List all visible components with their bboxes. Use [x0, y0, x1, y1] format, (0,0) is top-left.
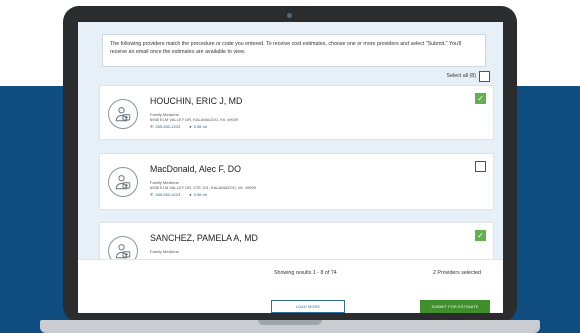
phone-icon: ✆ [150, 124, 154, 129]
provider-phone-text: 269-552-4223 [155, 124, 181, 129]
provider-phone[interactable]: ✆ 269-552-4223 [150, 192, 180, 197]
provider-distance: ● 0.56 mi [189, 192, 207, 197]
phone-icon: ✆ [150, 192, 154, 197]
provider-phone-text: 269-552-4223 [155, 192, 181, 197]
provider-meta: ✆ 269-552-4223 ● 0.56 mi [150, 124, 207, 129]
provider-distance-text: 0.56 mi [193, 124, 207, 129]
provider-distance: ● 0.56 mi [189, 124, 207, 129]
location-pin-icon: ● [189, 192, 192, 197]
location-pin-icon: ● [189, 124, 192, 129]
provider-meta: ✆ 269-552-4223 ● 0.56 mi [150, 192, 207, 197]
select-all-label: Select all (8) [446, 73, 476, 79]
provider-card[interactable]: HOUCHIN, ERIC J, MD Family Medicine 6938… [99, 85, 494, 140]
checkmark-icon: ✓ [477, 230, 484, 240]
provider-phone[interactable]: ✆ 269-552-4223 [150, 124, 180, 129]
provider-name[interactable]: MacDonald, Alec F, DO [150, 164, 241, 174]
provider-name[interactable]: SANCHEZ, PAMELA A, MD [150, 233, 258, 243]
provider-address: 6938 ELM VALLEY DR, KALAMAZOO, MI, 49009 [150, 117, 239, 122]
checkmark-icon: ✓ [477, 93, 484, 103]
results-count: Showing results 1 - 8 of 74 [274, 270, 337, 276]
provider-address: 6938 ELM VALLEY DR, STE 101, KALAMAZOO, … [150, 185, 256, 190]
provider-card[interactable]: MacDonald, Alec F, DO Family Medicine 69… [99, 153, 494, 210]
providers-selected-count: 2 Providers selected [433, 270, 481, 276]
provider-specialty: Family Medicine [150, 249, 179, 254]
camera-icon [287, 13, 292, 18]
load-more-button[interactable]: LOAD MORE [271, 300, 345, 313]
laptop-screen: The following providers match the proced… [78, 22, 503, 313]
provider-distance-text: 0.56 mi [193, 192, 207, 197]
intro-message: The following providers match the proced… [102, 34, 486, 67]
intro-text: The following providers match the proced… [110, 41, 462, 55]
provider-avatar-icon [108, 167, 138, 197]
provider-name[interactable]: HOUCHIN, ERIC J, MD [150, 96, 242, 106]
provider-checkbox[interactable]: ✓ [475, 93, 486, 104]
provider-avatar-icon [108, 99, 138, 129]
provider-checkbox[interactable]: ✓ [475, 230, 486, 241]
results-footer: Showing results 1 - 8 of 74 LOAD MORE 2 … [78, 259, 503, 313]
laptop-notch [258, 320, 322, 325]
provider-checkbox[interactable] [475, 161, 486, 172]
submit-for-estimate-button[interactable]: SUBMIT FOR ESTIMATE [420, 300, 490, 313]
select-all[interactable]: Select all (8) [378, 70, 490, 82]
select-all-checkbox[interactable] [479, 70, 490, 82]
